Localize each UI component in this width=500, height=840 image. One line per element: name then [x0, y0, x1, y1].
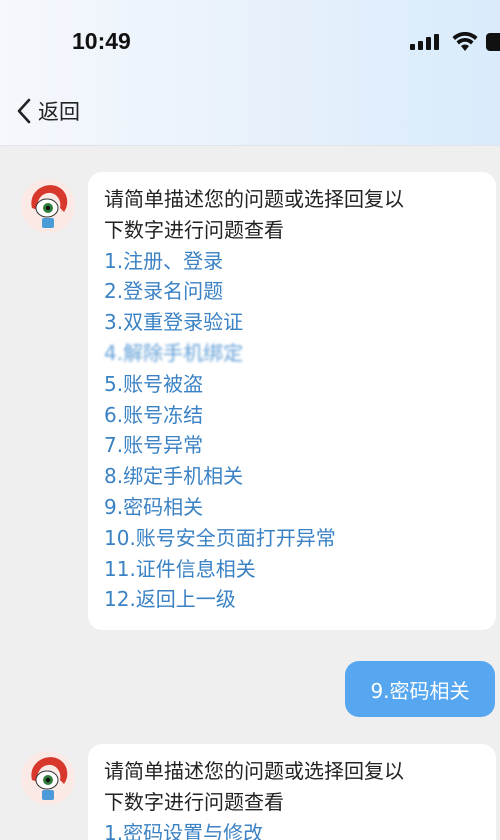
option-link[interactable]: 7.账号异常 — [104, 430, 480, 461]
chevron-left-icon — [17, 98, 31, 124]
message-prompt-line: 请简单描述您的问题或选择回复以 — [104, 187, 404, 211]
back-button[interactable]: 返回 — [14, 96, 80, 126]
option-link[interactable]: 1.注册、登录 — [104, 246, 480, 277]
option-link[interactable]: 5.账号被盗 — [104, 369, 480, 400]
option-link[interactable]: 9.密码相关 — [104, 492, 480, 523]
mascot-avatar-icon — [21, 751, 75, 805]
bot-avatar[interactable] — [20, 750, 76, 806]
bot-avatar[interactable] — [20, 178, 76, 234]
header-bar: 10:49 返回 — [0, 0, 500, 146]
wifi-icon — [452, 32, 478, 51]
option-link[interactable]: 4.解除手机绑定 — [104, 338, 480, 369]
option-link[interactable]: 2.登录名问题 — [104, 276, 480, 307]
message-prompt-line: 下数字进行问题查看 — [104, 217, 284, 242]
bot-message-bubble: 请简单描述您的问题或选择回复以 下数字进行问题查看 1.密码设置与修改 — [88, 744, 496, 840]
message-prompt-line: 请简单描述您的问题或选择回复以 — [104, 759, 404, 783]
option-link[interactable]: 3.双重登录验证 — [104, 307, 480, 338]
bot-message-bubble: 请简单描述您的问题或选择回复以 下数字进行问题查看 1.注册、登录 2.登录名问… — [88, 172, 496, 630]
option-link[interactable]: 10.账号安全页面打开异常 — [104, 523, 480, 554]
mascot-avatar-icon — [21, 179, 75, 233]
status-time: 10:49 — [72, 28, 131, 54]
battery-icon — [486, 33, 500, 51]
message-prompt-line: 下数字进行问题查看 — [104, 789, 284, 814]
option-link[interactable]: 1.密码设置与修改 — [104, 818, 480, 840]
option-link[interactable]: 12.返回上一级 — [104, 584, 480, 615]
user-message-bubble[interactable]: 9.密码相关 — [345, 661, 495, 717]
status-icons — [410, 30, 500, 54]
option-link[interactable]: 11.证件信息相关 — [104, 554, 480, 585]
back-label: 返回 — [38, 100, 80, 124]
signal-icon — [410, 34, 439, 50]
option-link[interactable]: 6.账号冻结 — [104, 400, 480, 431]
option-link[interactable]: 8.绑定手机相关 — [104, 461, 480, 492]
